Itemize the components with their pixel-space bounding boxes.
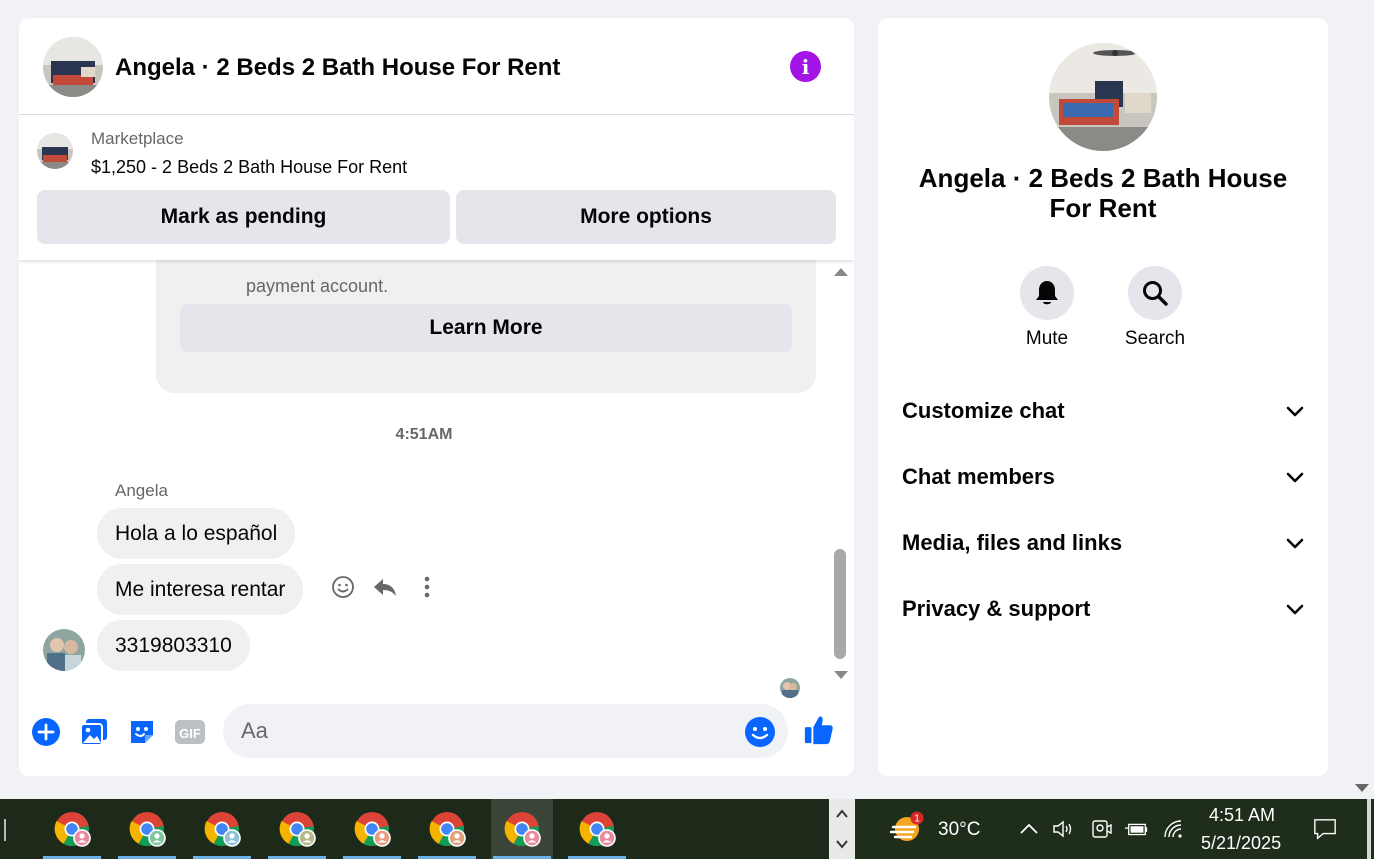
weather-icon[interactable]: 1	[889, 811, 925, 847]
marketplace-label: Marketplace	[91, 129, 184, 148]
taskbar-apps	[0, 799, 828, 859]
scrollbar-thumb[interactable]	[834, 549, 846, 659]
profile-avatar[interactable]	[1049, 43, 1157, 151]
message-bubble[interactable]: 3319803310	[97, 620, 250, 671]
reply-icon[interactable]	[371, 573, 399, 601]
search-icon[interactable]	[1128, 266, 1182, 320]
search-label: Search	[1124, 328, 1186, 349]
chevron-down-icon	[1286, 398, 1304, 424]
mark-as-pending-button[interactable]: Mark as pending	[37, 190, 450, 244]
chrome-icon[interactable]	[116, 799, 178, 859]
sender-avatar[interactable]	[43, 629, 85, 671]
info-icon[interactable]: i	[790, 51, 821, 82]
smiley-react-icon[interactable]	[329, 573, 357, 601]
listing-thumbnail[interactable]	[37, 133, 73, 169]
scroll-up-arrow-icon[interactable]	[834, 268, 848, 276]
mute-label: Mute	[1025, 328, 1069, 349]
gif-icon[interactable]: GIF	[174, 716, 206, 748]
section-chat-members[interactable]: Chat members	[902, 457, 1304, 497]
chat-header: Angela · 2 Beds 2 Bath House For Rent i	[19, 18, 854, 115]
wifi-icon[interactable]	[1162, 817, 1186, 841]
system-tray: 1 30°C 4:51 AM 5/21/2025	[855, 799, 1374, 859]
conversation-avatar[interactable]	[43, 37, 103, 97]
weather-temperature[interactable]: 30°C	[938, 819, 980, 841]
marketplace-listing-bar: Marketplace $1,250 - 2 Beds 2 Bath House…	[19, 115, 854, 260]
weather-badge: 1	[914, 814, 920, 825]
section-label: Media, files and links	[902, 530, 1123, 555]
chrome-icon[interactable]	[416, 799, 478, 859]
volume-icon[interactable]	[1052, 817, 1076, 841]
section-media-files-links[interactable]: Media, files and links	[902, 523, 1304, 563]
chrome-icon[interactable]	[491, 799, 553, 859]
conversation-title[interactable]: Angela · 2 Beds 2 Bath House For Rent	[115, 54, 560, 82]
clock-time[interactable]: 4:51 AM	[1209, 805, 1275, 826]
svg-text:GIF: GIF	[179, 726, 201, 741]
chat-panel: Angela · 2 Beds 2 Bath House For Rent i …	[19, 18, 854, 776]
chrome-icon[interactable]	[191, 799, 253, 859]
photo-icon[interactable]	[78, 716, 110, 748]
section-label: Privacy & support	[902, 596, 1091, 621]
sticker-icon[interactable]	[126, 716, 158, 748]
battery-icon[interactable]	[1125, 817, 1149, 841]
section-label: Chat members	[902, 464, 1055, 489]
sender-name: Angela	[115, 481, 168, 500]
more-options-button[interactable]: More options	[456, 190, 836, 244]
search-action[interactable]: Search	[1115, 266, 1195, 350]
chrome-icon[interactable]	[41, 799, 103, 859]
chrome-icon[interactable]	[341, 799, 403, 859]
more-vertical-icon[interactable]	[413, 573, 441, 601]
bell-icon[interactable]	[1020, 266, 1074, 320]
message-list: payment account. Learn More 4:51AM Angel…	[19, 260, 829, 700]
taskbar-edge	[4, 819, 6, 841]
section-privacy-support[interactable]: Privacy & support	[902, 589, 1304, 629]
listing-title[interactable]: $1,250 - 2 Beds 2 Bath House For Rent	[91, 157, 407, 178]
chevron-up-icon[interactable]	[1017, 817, 1041, 841]
chevron-down-icon	[1286, 464, 1304, 490]
windows-taskbar: 1 30°C 4:51 AM 5/21/2025	[0, 799, 1374, 859]
message-bubble[interactable]: Hola a lo español	[97, 508, 296, 559]
show-desktop-button[interactable]	[1367, 799, 1371, 859]
message-composer: GIF	[19, 702, 854, 776]
scroll-down-arrow-icon[interactable]	[834, 671, 848, 679]
message-scrollbar[interactable]	[831, 260, 853, 700]
notifications-icon[interactable]	[1313, 817, 1337, 841]
learn-more-button[interactable]: Learn More	[180, 304, 792, 352]
profile-title: Angela · 2 Beds 2 Bath House For Rent	[918, 163, 1288, 223]
taskbar-scroll[interactable]	[829, 799, 855, 859]
plus-circle-icon[interactable]	[30, 716, 62, 748]
payment-info-card: payment account. Learn More	[156, 260, 816, 393]
conversation-info-panel: Angela · 2 Beds 2 Bath House For Rent Mu…	[878, 18, 1328, 776]
message-bubble[interactable]: Me interesa rentar	[97, 564, 304, 615]
clock-date[interactable]: 5/21/2025	[1201, 833, 1281, 854]
emoji-icon[interactable]	[744, 716, 776, 748]
chevron-down-icon	[1286, 596, 1304, 622]
chrome-icon[interactable]	[266, 799, 328, 859]
page-scroll-down-arrow-icon[interactable]	[1355, 784, 1369, 792]
card-text: payment account.	[246, 276, 389, 296]
chrome-icon[interactable]	[566, 799, 628, 859]
meet-now-icon[interactable]	[1089, 817, 1113, 841]
message-timestamp: 4:51AM	[395, 426, 453, 443]
section-customize-chat[interactable]: Customize chat	[902, 391, 1304, 431]
section-label: Customize chat	[902, 398, 1065, 423]
thumbs-up-icon[interactable]	[803, 714, 835, 746]
seen-by-avatar	[780, 678, 800, 698]
mute-action[interactable]: Mute	[1007, 266, 1087, 350]
chevron-down-icon	[1286, 530, 1304, 556]
message-input[interactable]	[223, 704, 788, 758]
